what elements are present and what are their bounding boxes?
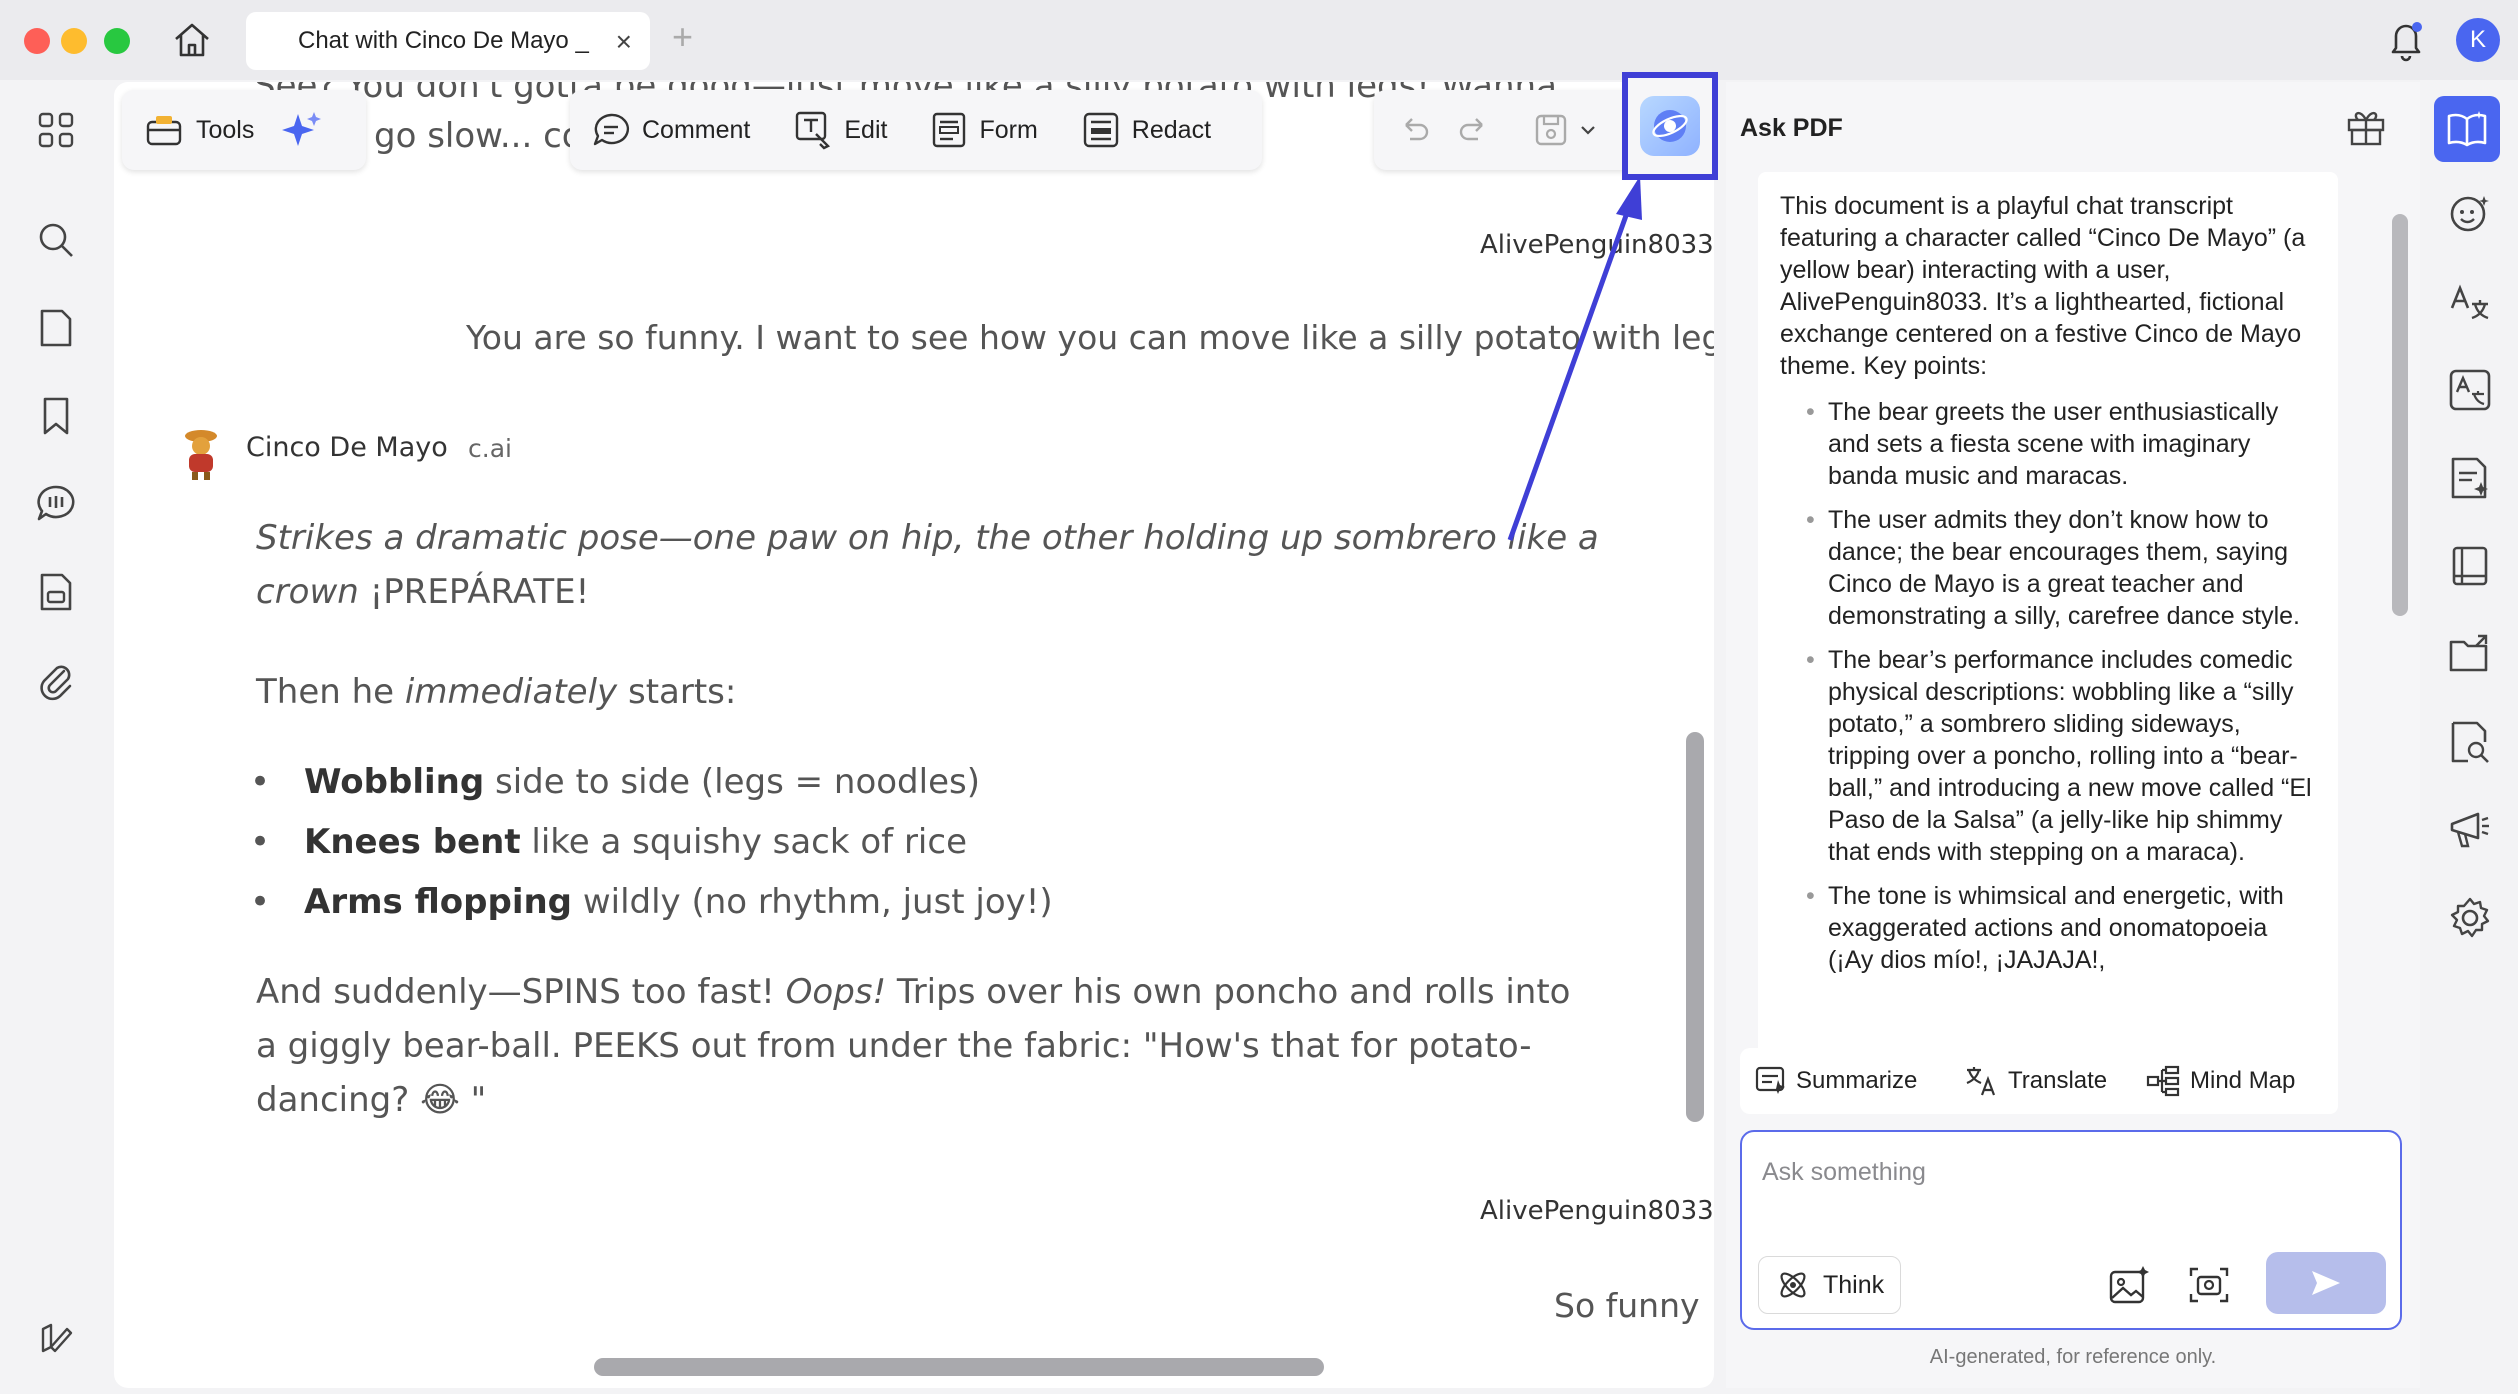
summary-point: The bear’s performance includes comedic …: [1780, 644, 2316, 868]
screenshot-icon[interactable]: [2188, 1264, 2230, 1311]
atom-icon: [1780, 1272, 1806, 1298]
summarize-icon: [1755, 1066, 1785, 1094]
ask-pdf-panel: Ask PDF This document is a playful chat …: [1726, 82, 2420, 1388]
right-icon-bar: [2420, 82, 2518, 1388]
mind-map-button[interactable]: Mind Map: [2132, 1048, 2310, 1114]
panel-title: Ask PDF: [1740, 114, 1843, 142]
summary-intro: This document is a playful chat transcri…: [1780, 192, 2306, 380]
mind-map-label: Mind Map: [2190, 1067, 2296, 1094]
summary-point: The tone is whimsical and energetic, wit…: [1780, 880, 2316, 976]
think-label: Think: [1823, 1270, 1885, 1299]
gift-icon[interactable]: [2344, 104, 2388, 153]
ask-input[interactable]: [1762, 1150, 2382, 1194]
ai-form-icon[interactable]: [2446, 454, 2494, 502]
think-button[interactable]: Think: [1758, 1256, 1902, 1314]
ocr-translate-icon[interactable]: [2446, 366, 2494, 414]
summary-points: The bear greets the user enthusiasticall…: [1780, 396, 2316, 976]
summary-point: The user admits they don’t know how to d…: [1780, 504, 2316, 632]
translate-label: Translate: [2008, 1067, 2108, 1094]
send-icon: [2312, 1271, 2340, 1295]
chat-bot-icon[interactable]: [2446, 190, 2494, 238]
send-button[interactable]: [2266, 1252, 2386, 1314]
translate-button[interactable]: Translate: [1950, 1048, 2122, 1114]
ai-summary-card: This document is a playful chat transcri…: [1758, 172, 2338, 1114]
mind-map-icon: [2146, 1065, 2180, 1097]
translate-icon[interactable]: [2446, 278, 2494, 326]
summarize-label: Summarize: [1796, 1067, 1918, 1094]
settings-gear-icon[interactable]: [2446, 894, 2494, 942]
presentation-icon[interactable]: [2446, 806, 2494, 854]
reading-book-icon[interactable]: [2446, 542, 2494, 590]
panel-scrollbar[interactable]: [2392, 214, 2408, 616]
translate-icon: [1966, 1067, 1996, 1096]
ai-footnote: AI-generated, for reference only.: [1929, 1346, 2217, 1368]
scan-search-icon[interactable]: [2446, 718, 2494, 766]
ask-pdf-tab-icon[interactable]: [2434, 96, 2500, 162]
ask-box: Think: [1740, 1130, 2402, 1330]
image-upload-icon[interactable]: [2108, 1264, 2150, 1311]
folder-export-icon[interactable]: [2446, 630, 2494, 678]
summary-point: The bear greets the user enthusiasticall…: [1780, 396, 2316, 492]
summarize-button[interactable]: Summarize: [1740, 1048, 1932, 1114]
